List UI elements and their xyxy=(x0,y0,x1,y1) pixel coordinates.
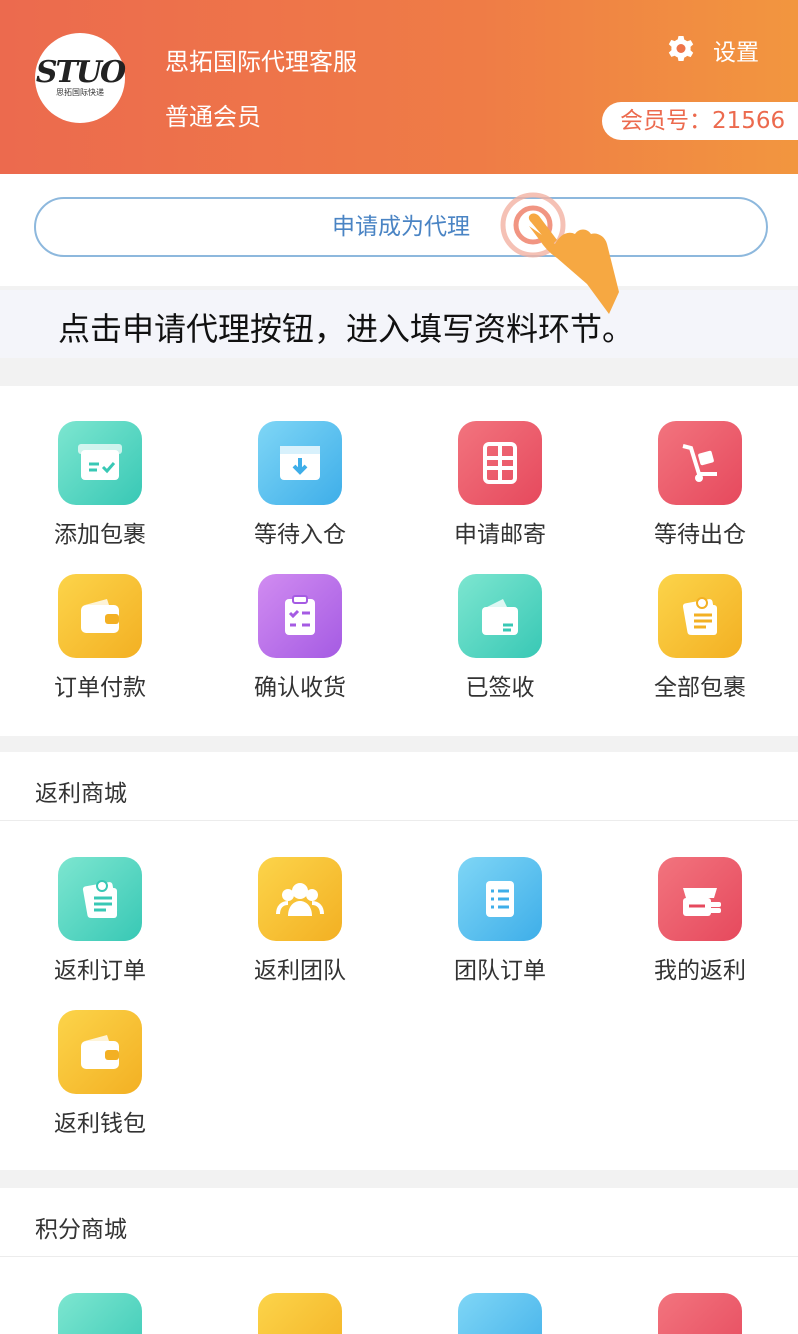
grid-item-rebate-wallet[interactable]: 返利钱包 xyxy=(20,1010,180,1138)
grid-item-label: 已签收 xyxy=(465,675,535,701)
member-number-badge: 会员号：21566 xyxy=(602,102,798,140)
grid-item-partial[interactable] xyxy=(220,1293,380,1334)
signed-folder-icon xyxy=(458,574,542,658)
grid-item-order-payment[interactable]: 订单付款 xyxy=(20,574,180,702)
clipboard-check-icon xyxy=(258,574,342,658)
grid-item-label: 我的返利 xyxy=(654,958,746,984)
inbox-download-icon xyxy=(258,421,342,505)
grid-item-label: 全部包裹 xyxy=(654,675,746,701)
grid-item-add-package[interactable]: 添加包裹 xyxy=(20,421,180,549)
parcel-mail-icon xyxy=(458,421,542,505)
grid-item-label: 返利钱包 xyxy=(54,1111,146,1137)
grid-item-label: 返利团队 xyxy=(254,958,346,984)
grid-item-rebate-orders[interactable]: 返利订单 xyxy=(20,857,180,985)
cash-register-icon xyxy=(658,857,742,941)
section-divider xyxy=(0,820,798,821)
avatar[interactable]: STUO 思拓国际快递 xyxy=(35,33,126,123)
logo-text: STUO xyxy=(35,55,126,90)
grid-item-signed[interactable]: 已签收 xyxy=(420,574,580,702)
settings-button[interactable]: 设置 xyxy=(665,33,759,67)
team-icon xyxy=(258,1293,342,1334)
checklist-icon xyxy=(458,1293,542,1334)
grid-item-partial[interactable] xyxy=(20,1293,180,1334)
notes-icon xyxy=(58,1293,142,1334)
section-title: 积分商城 xyxy=(35,1217,127,1243)
grid-item-label: 确认收货 xyxy=(254,675,346,701)
grid-item-team-orders[interactable]: 团队订单 xyxy=(420,857,580,985)
cash-register-icon xyxy=(658,1293,742,1334)
grid-item-label: 添加包裹 xyxy=(54,522,146,548)
apply-section: 申请成为代理 xyxy=(0,174,798,286)
gear-icon xyxy=(668,36,694,61)
grid-item-awaiting-warehouse-out[interactable]: 等待出仓 xyxy=(620,421,780,549)
section-title: 返利商城 xyxy=(35,781,127,807)
orders-panel: 添加包裹 等待入仓 申请邮寄 等待出仓 订单付款 确认收货 已签收 全部包裹 xyxy=(0,386,798,736)
wallet-icon xyxy=(58,1010,142,1094)
logo-subtext: 思拓国际快递 xyxy=(56,88,104,97)
rebate-mall-panel: 返利商城 返利订单 返利团队 团队订单 我的返利 返利钱包 xyxy=(0,752,798,1170)
grid-item-rebate-team[interactable]: 返利团队 xyxy=(220,857,380,985)
grid-item-label: 团队订单 xyxy=(454,958,546,984)
grid-item-confirm-receipt[interactable]: 确认收货 xyxy=(220,574,380,702)
profile-header: STUO 思拓国际快递 思拓国际代理客服 普通会员 设置 会员号：21566 xyxy=(0,0,798,174)
tip-banner: 点击申请代理按钮，进入填写资料环节。 xyxy=(0,290,798,358)
wallet-icon xyxy=(58,574,142,658)
user-name: 思拓国际代理客服 xyxy=(165,48,357,76)
grid-item-label: 等待出仓 xyxy=(654,522,746,548)
section-divider xyxy=(0,1256,798,1257)
grid-item-label: 返利订单 xyxy=(54,958,146,984)
apply-agent-button[interactable]: 申请成为代理 xyxy=(34,197,768,257)
grid-item-label: 等待入仓 xyxy=(254,522,346,548)
pointing-hand-icon xyxy=(500,192,619,314)
add-package-icon xyxy=(58,421,142,505)
team-icon xyxy=(258,857,342,941)
grid-item-label: 订单付款 xyxy=(54,675,146,701)
notes-icon xyxy=(58,857,142,941)
grid-item-partial[interactable] xyxy=(620,1293,780,1334)
grid-item-awaiting-warehouse-in[interactable]: 等待入仓 xyxy=(220,421,380,549)
membership-level: 普通会员 xyxy=(165,103,261,131)
grid-item-partial[interactable] xyxy=(420,1293,580,1334)
grid-item-label: 申请邮寄 xyxy=(454,522,546,548)
notes-icon xyxy=(658,574,742,658)
settings-label: 设置 xyxy=(713,40,759,66)
hand-truck-icon xyxy=(658,421,742,505)
checklist-icon xyxy=(458,857,542,941)
grid-item-apply-mail[interactable]: 申请邮寄 xyxy=(420,421,580,549)
grid-item-all-packages[interactable]: 全部包裹 xyxy=(620,574,780,702)
points-mall-panel: 积分商城 xyxy=(0,1188,798,1334)
grid-item-my-rebate[interactable]: 我的返利 xyxy=(620,857,780,985)
